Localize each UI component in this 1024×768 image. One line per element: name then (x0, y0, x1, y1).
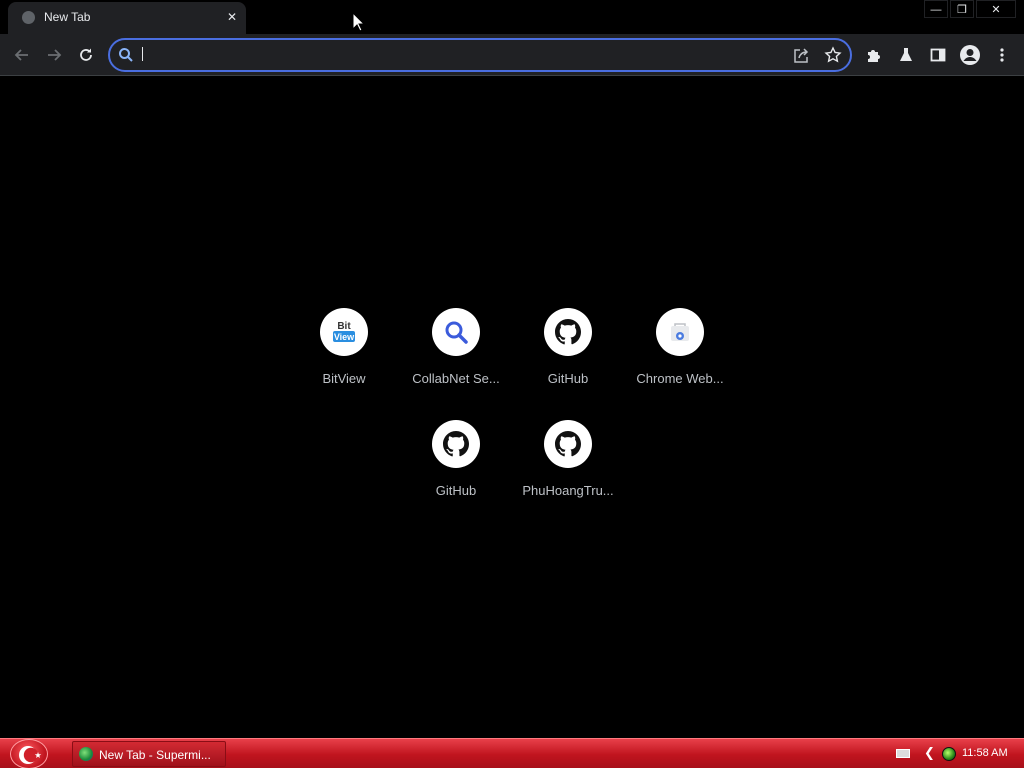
chrome-web-store-icon (656, 308, 704, 356)
shortcut-tile[interactable]: GitHub (512, 308, 624, 408)
shortcut-label: Chrome Web... (636, 371, 724, 386)
globe-icon (22, 11, 35, 24)
star-icon[interactable] (824, 46, 842, 69)
shortcut-tile[interactable]: CollabNet Se... (400, 308, 512, 408)
tab-strip: New Tab ✕ — ❐ ✕ (0, 0, 1024, 34)
bitview-icon: Bit View (320, 308, 368, 356)
crescent-star-icon (19, 746, 42, 764)
labs-button[interactable] (894, 43, 918, 67)
taskbar-item-browser[interactable]: New Tab - Supermi... (72, 741, 226, 767)
start-button[interactable] (10, 739, 48, 768)
svg-text:Bit: Bit (337, 321, 351, 332)
tab-new-tab[interactable]: New Tab ✕ (8, 2, 246, 34)
tab-close-icon[interactable]: ✕ (224, 9, 240, 25)
screen: New Tab ✕ — ❐ ✕ Bit View BitView CollabN… (0, 0, 1024, 768)
taskbar-item-label: New Tab - Supermi... (99, 748, 211, 762)
back-button[interactable] (10, 43, 34, 67)
side-panel-button[interactable] (926, 43, 950, 67)
network-icon[interactable] (942, 747, 956, 761)
shortcut-label: GitHub (547, 371, 589, 386)
browser-icon (79, 747, 93, 761)
omnibox[interactable] (108, 38, 852, 72)
reload-button[interactable] (74, 43, 98, 67)
share-icon[interactable] (792, 47, 810, 70)
tab-title: New Tab (44, 10, 91, 24)
minimize-button[interactable]: — (924, 0, 948, 18)
github-icon (432, 420, 480, 468)
forward-arrow-icon (48, 49, 62, 61)
mouse-pointer-icon (352, 12, 366, 32)
window-controls: — ❐ ✕ (922, 0, 1016, 18)
shortcut-tile[interactable]: Bit View BitView (288, 308, 400, 408)
shortcut-label: GitHub (435, 483, 477, 498)
shortcut-tile[interactable]: Chrome Web... (624, 308, 736, 408)
chevron-left-icon[interactable]: ❮ (924, 745, 935, 761)
search-icon (118, 47, 134, 68)
github-icon (544, 308, 592, 356)
address-input[interactable] (140, 46, 780, 64)
search-icon (432, 308, 480, 356)
flask-icon (900, 48, 912, 61)
svg-text:View: View (334, 332, 355, 342)
text-caret (142, 47, 143, 61)
shortcut-label: PhuHoangTru... (522, 483, 614, 498)
shortcut-tile[interactable]: PhuHoangTru... (512, 420, 624, 520)
shortcut-label: CollabNet Se... (412, 371, 500, 386)
profile-button[interactable] (958, 43, 982, 67)
clock[interactable]: 11:58 AM (962, 747, 1008, 759)
shortcut-tile[interactable]: GitHub (400, 420, 512, 520)
keyboard-icon[interactable] (896, 749, 910, 758)
kebab-menu-icon (1000, 48, 1004, 62)
back-arrow-icon (14, 49, 28, 61)
avatar-icon (960, 45, 980, 65)
menu-button[interactable] (990, 43, 1014, 67)
taskbar: New Tab - Supermi... ❮ 11:58 AM (0, 738, 1024, 768)
side-panel-icon (930, 48, 946, 62)
extensions-button[interactable] (862, 43, 886, 67)
toolbar (0, 34, 1024, 76)
github-icon (544, 420, 592, 468)
close-window-button[interactable]: ✕ (976, 0, 1016, 18)
reload-icon (80, 48, 92, 61)
restore-button[interactable]: ❐ (950, 0, 974, 18)
shortcut-label: BitView (322, 371, 366, 386)
forward-button[interactable] (42, 43, 66, 67)
system-tray: ❮ 11:58 AM (894, 739, 1024, 768)
puzzle-icon (868, 50, 880, 62)
